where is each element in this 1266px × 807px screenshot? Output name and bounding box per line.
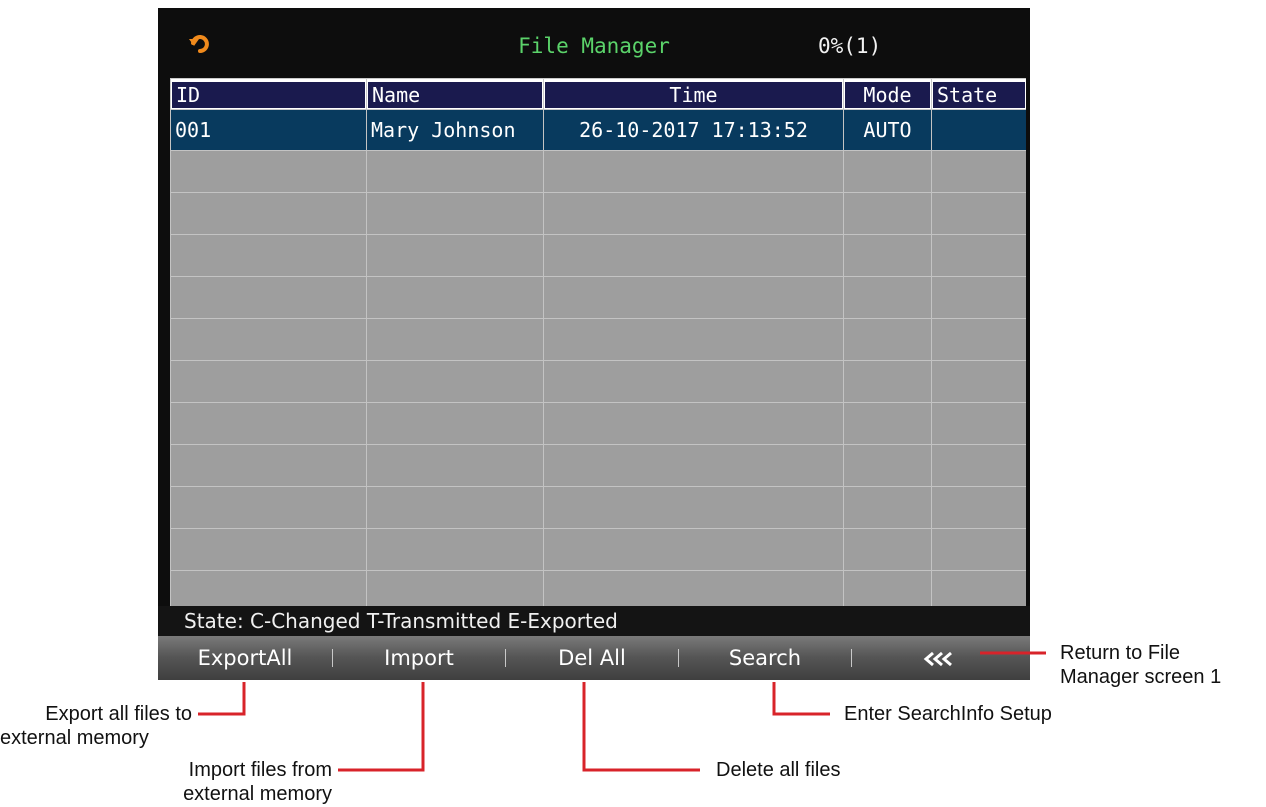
callout-export: Export all files to external memory: [0, 703, 192, 749]
callout-delete: Delete all files: [716, 759, 841, 781]
callout-import: Import files from external memory: [183, 759, 332, 805]
callout-return: Return to File Manager screen 1: [1060, 642, 1222, 688]
callout-search: Enter SearchInfo Setup: [844, 703, 1052, 725]
